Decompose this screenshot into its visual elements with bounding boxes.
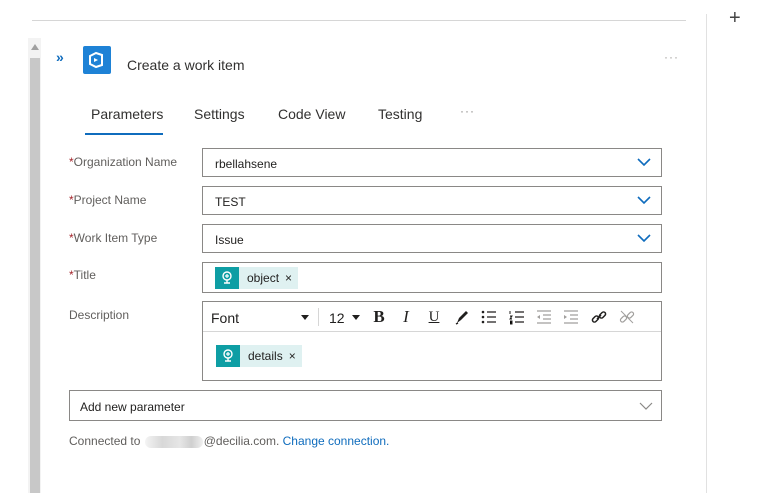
change-connection-link[interactable]: Change connection. [283, 434, 390, 448]
work-item-type-label-text: Work Item Type [73, 231, 158, 245]
remove-token-button[interactable]: × [285, 271, 298, 285]
connection-info: Connected to @decilia.com. Change connec… [69, 434, 389, 448]
dynamic-content-token[interactable]: object × [215, 267, 299, 289]
decrease-indent-icon[interactable] [534, 307, 554, 327]
work-item-type-label: *Work Item Type [69, 231, 157, 245]
link-icon[interactable] [589, 307, 609, 327]
action-more-button[interactable]: ··· [664, 50, 679, 64]
organization-name-label: *Organization Name [69, 155, 177, 169]
highlight-pen-icon[interactable] [452, 307, 472, 327]
description-label: Description [69, 308, 130, 322]
unlink-icon[interactable] [617, 307, 637, 327]
underline-button[interactable]: U [424, 307, 444, 327]
project-name-dropdown[interactable]: TEST [202, 186, 662, 215]
organization-name-label-text: Organization Name [73, 155, 178, 169]
bold-button[interactable]: B [369, 307, 389, 327]
tab-testing[interactable]: Testing [378, 106, 422, 122]
description-editor[interactable]: Font 12 B I U details × [202, 301, 662, 381]
work-item-type-value: Issue [215, 233, 244, 247]
work-item-type-dropdown[interactable]: Issue [202, 224, 662, 253]
tab-code-view[interactable]: Code View [278, 106, 345, 122]
italic-button[interactable]: I [396, 307, 416, 327]
add-step-button[interactable]: + [729, 8, 741, 28]
active-tab-indicator [85, 133, 163, 135]
title-input[interactable]: object × [202, 262, 662, 293]
connection-domain: @decilia.com. [203, 434, 280, 448]
panel-divider [706, 14, 707, 493]
add-new-parameter-dropdown[interactable]: Add new parameter [69, 390, 662, 421]
project-name-label: *Project Name [69, 193, 146, 207]
font-family-dropdown[interactable]: Font [211, 310, 239, 326]
top-divider [32, 20, 686, 21]
chevron-down-icon[interactable] [639, 401, 653, 411]
tab-settings[interactable]: Settings [194, 106, 245, 122]
organization-name-dropdown[interactable]: rbellahsene [202, 148, 662, 177]
project-name-value: TEST [215, 195, 246, 209]
chevron-down-icon[interactable] [637, 157, 651, 167]
bulleted-list-icon[interactable] [479, 307, 499, 327]
project-name-label-text: Project Name [73, 193, 147, 207]
tab-parameters[interactable]: Parameters [91, 106, 163, 122]
chevron-down-icon[interactable] [637, 195, 651, 205]
organization-name-value: rbellahsene [215, 157, 278, 171]
scroll-up-arrow-icon[interactable] [31, 44, 39, 50]
token-label: details [248, 349, 283, 363]
numbered-list-icon[interactable] [507, 307, 527, 327]
scrollbar-thumb[interactable] [30, 58, 40, 493]
expand-chevron-icon[interactable]: » [56, 49, 64, 65]
action-title: Create a work item [127, 57, 245, 73]
connected-to-text: Connected to [69, 434, 141, 448]
token-label: object [247, 271, 280, 285]
dynamic-content-token[interactable]: details × [216, 345, 302, 367]
remove-token-button[interactable]: × [289, 349, 302, 363]
add-new-parameter-placeholder: Add new parameter [80, 400, 185, 414]
increase-indent-icon[interactable] [561, 307, 581, 327]
editor-toolbar: Font 12 B I U [203, 302, 661, 332]
size-dropdown-arrow-icon[interactable] [352, 315, 360, 320]
redacted-email [144, 435, 203, 448]
chevron-down-icon[interactable] [637, 233, 651, 243]
azure-devops-icon [83, 46, 111, 74]
dynamic-content-icon [216, 345, 240, 367]
font-dropdown-arrow-icon[interactable] [301, 315, 309, 320]
title-label-text: Title [73, 268, 96, 282]
dynamic-content-icon [215, 267, 239, 289]
title-label: *Title [69, 268, 96, 282]
tabs-more-button[interactable]: ··· [460, 104, 475, 118]
font-size-dropdown[interactable]: 12 [329, 310, 345, 326]
toolbar-divider [318, 308, 319, 326]
